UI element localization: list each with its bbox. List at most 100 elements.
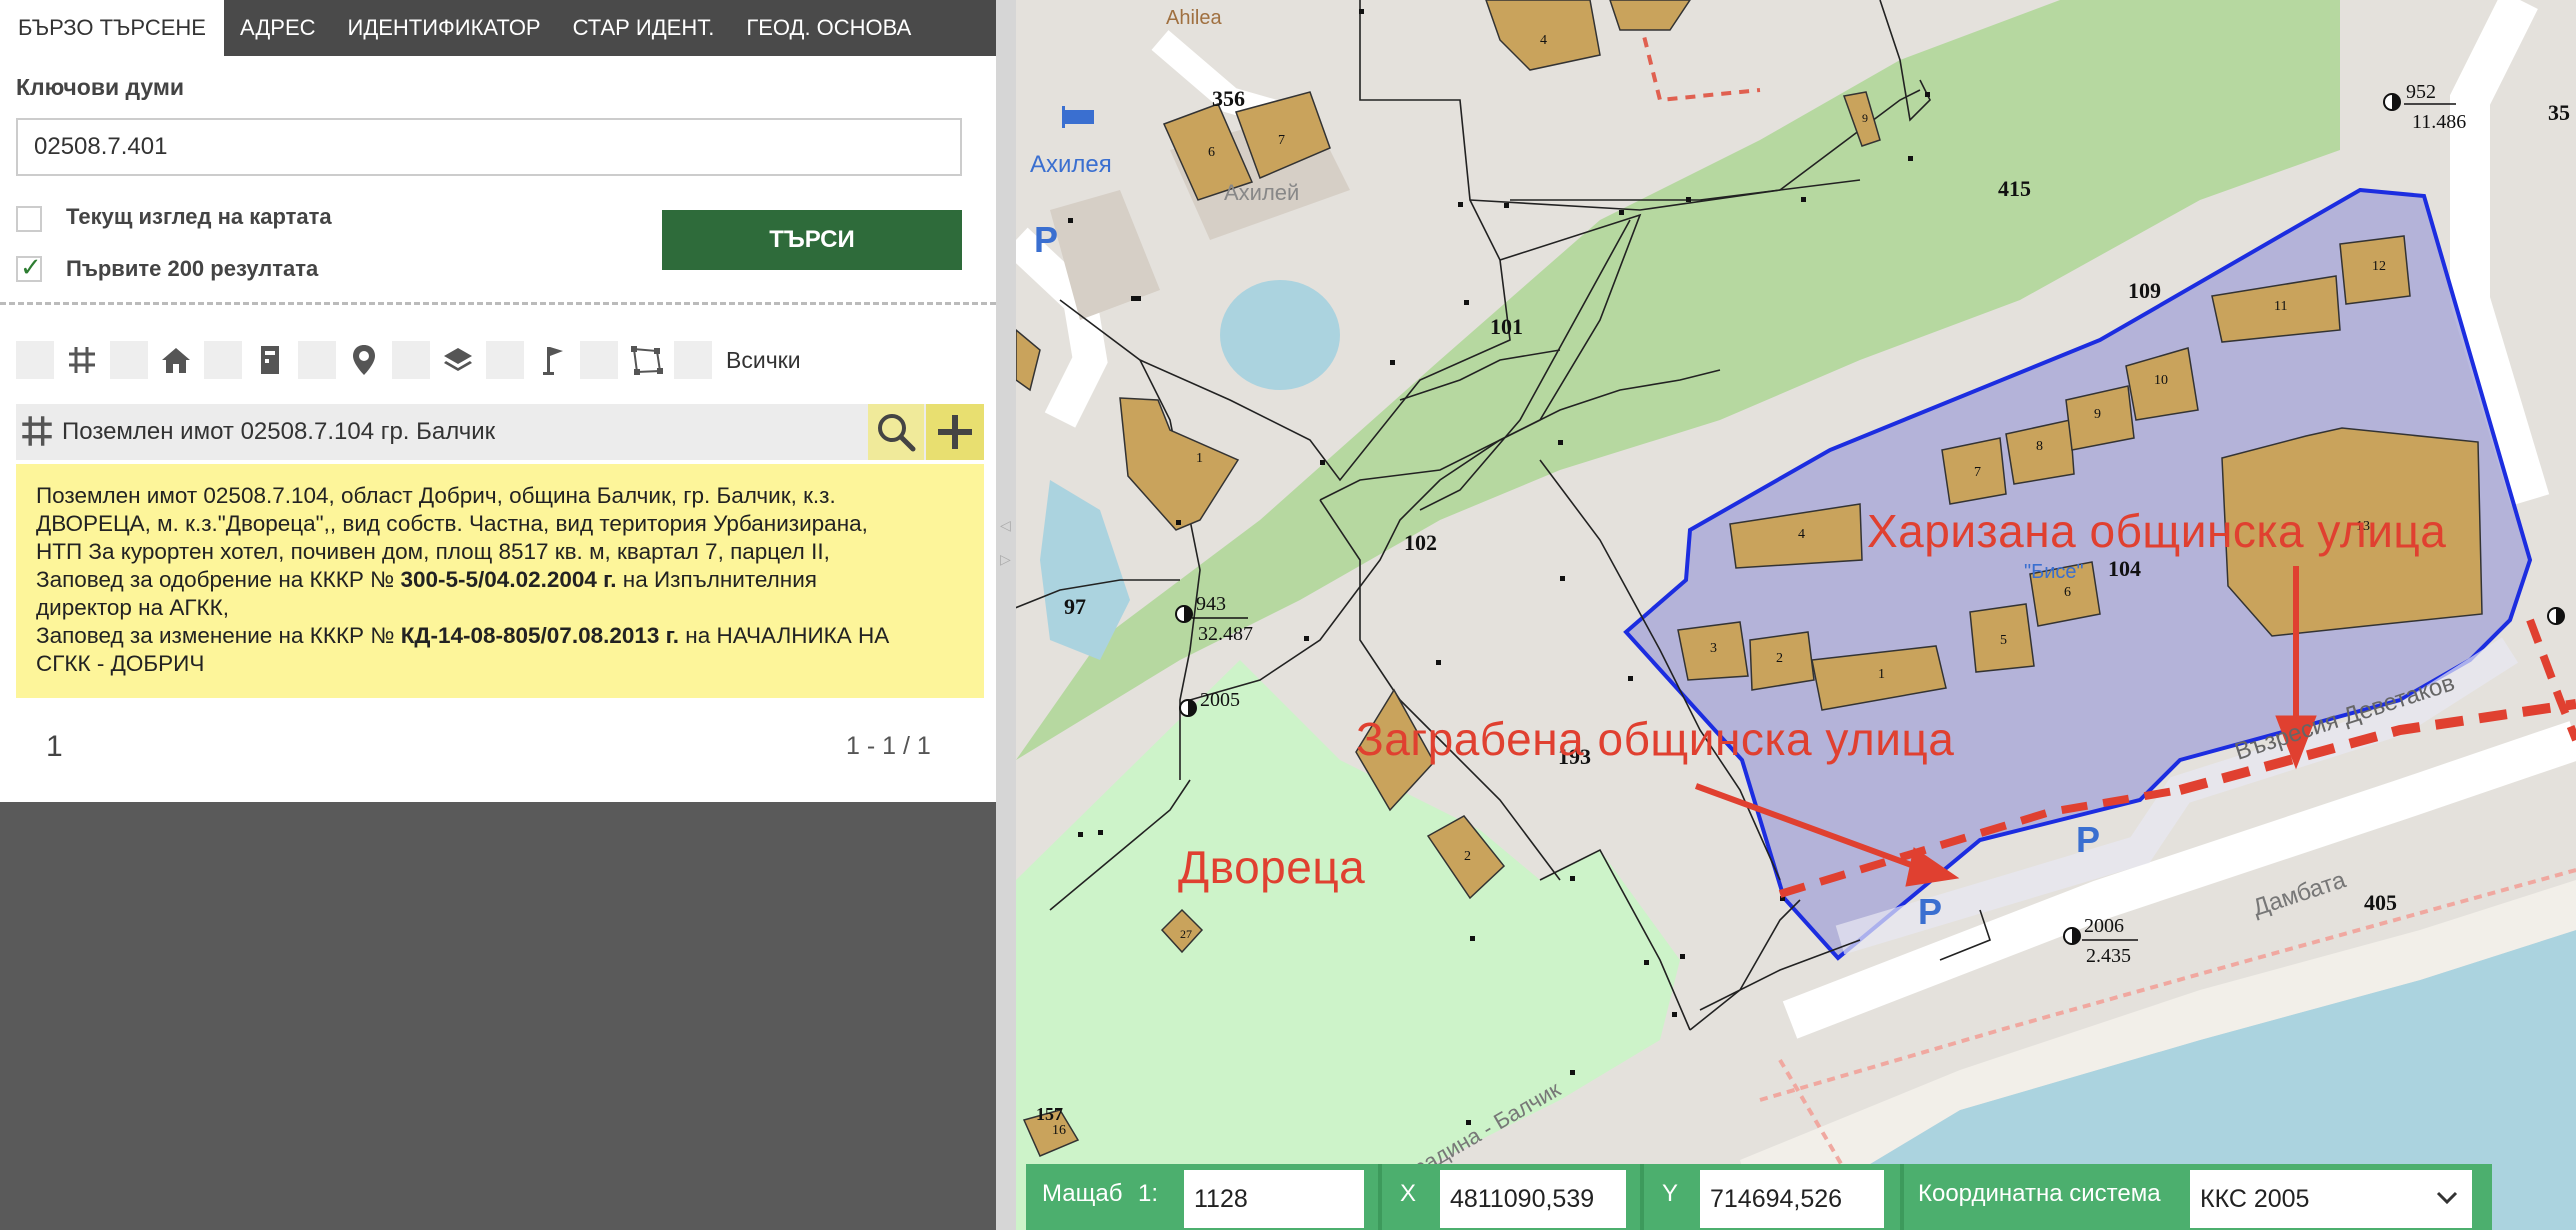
current-view-checkbox[interactable] — [16, 206, 42, 232]
tab-bar: БЪРЗО ТЪРСЕНЕ АДРЕС ИДЕНТИФИКАТОР СТАР И… — [0, 0, 996, 56]
add-result-button[interactable] — [926, 404, 984, 460]
svg-text:▷: ▷ — [1000, 552, 1011, 568]
result-line: Заповед за изменение на КККР № КД-14-08-… — [36, 623, 890, 648]
crs-value: ККС 2005 — [2200, 1185, 2310, 1213]
search-panel: БЪРЗО ТЪРСЕНЕ АДРЕС ИДЕНТИФИКАТОР СТАР И… — [0, 0, 996, 802]
svg-text:32.487: 32.487 — [1198, 623, 1253, 645]
dashed-divider — [0, 302, 996, 305]
result-header[interactable]: Поземлен имот 02508.7.104 гр. Балчик — [16, 404, 984, 460]
first200-label: Първите 200 резултата — [66, 256, 319, 281]
layers-icon — [438, 340, 478, 380]
grid-icon — [20, 414, 54, 453]
parking-icon: P — [2076, 819, 2100, 860]
building-number: 5 — [2000, 633, 2007, 648]
tab-quick-search[interactable]: БЪРЗО ТЪРСЕНЕ — [0, 0, 224, 56]
x-label: X — [1400, 1180, 1417, 1207]
annotation-palace: Двореца — [1178, 841, 1366, 893]
parking-icon: P — [1034, 219, 1058, 260]
tab-address[interactable]: АДРЕС — [224, 0, 332, 56]
first200-checkbox[interactable]: ✓ — [16, 252, 42, 282]
building-number: 7 — [1974, 465, 1981, 480]
building-number: 16 — [1052, 1123, 1066, 1138]
parcel-label-35: 35 — [2548, 100, 2570, 125]
svg-text:2.435: 2.435 — [2086, 945, 2131, 967]
parcel-label-104: 104 — [2108, 556, 2141, 581]
parcel-label-415: 415 — [1998, 176, 2031, 201]
building-number: 6 — [1208, 145, 1215, 160]
bar-separator — [1640, 1164, 1644, 1230]
y-coordinate-field[interactable]: 714694,526 — [1700, 1170, 1884, 1228]
page-number[interactable]: 1 — [46, 730, 63, 764]
keywords-label: Ключови думи — [16, 74, 185, 100]
building-number: 2 — [1464, 849, 1471, 864]
filter-checkbox-polygon[interactable] — [580, 341, 618, 379]
checkmark-icon: ✓ — [20, 252, 42, 282]
building-number: 11 — [2274, 299, 2287, 314]
polygon-icon — [626, 340, 666, 380]
building-number: 4 — [1798, 527, 1805, 542]
bar-separator — [1900, 1164, 1904, 1230]
osm-label: "Бисе" — [2024, 561, 2084, 583]
result-line: ДВОРЕЦА, м. к.з."Двореца",, вид собств. … — [36, 511, 868, 536]
coordinate-bar: Мащаб 1: 1128 X 4811090,539 Y 714694,526… — [1026, 1164, 2492, 1230]
parcel-label-405: 405 — [2364, 890, 2397, 915]
building-number: 8 — [2036, 439, 2043, 454]
building-number: 3 — [1710, 641, 1717, 656]
scale-prefix: 1: — [1138, 1180, 1159, 1207]
search-button[interactable]: ТЪРСИ — [662, 210, 962, 270]
scale-input[interactable]: 1128 — [1184, 1170, 1364, 1228]
parcel-label-102: 102 — [1404, 530, 1437, 555]
tab-identifier[interactable]: ИДЕНТИФИКАТОР — [332, 0, 557, 56]
building-number: 10 — [2154, 373, 2168, 388]
parcel-label-101: 101 — [1490, 314, 1523, 339]
building-number: 7 — [1278, 133, 1285, 148]
building-number: 2 — [1776, 651, 1783, 666]
svg-text:943: 943 — [1196, 593, 1226, 615]
filter-checkbox-flag[interactable] — [486, 341, 524, 379]
osm-label: Ахилей — [1224, 180, 1299, 205]
parcel-label-356: 356 — [1212, 86, 1245, 111]
svg-text:952: 952 — [2406, 81, 2436, 103]
result-line: директор на АГКК, — [36, 595, 229, 620]
crs-label: Координатна система — [1918, 1180, 2161, 1207]
building-icon — [250, 340, 290, 380]
result-line: СГКК - ДОБРИЧ — [36, 651, 205, 676]
result-details: Поземлен имот 02508.7.104, област Добрич… — [16, 464, 984, 698]
home-icon — [156, 340, 196, 380]
result-line: Поземлен имот 02508.7.104, област Добрич… — [36, 483, 836, 508]
filter-all-label: Всички — [726, 346, 801, 373]
svg-text:11.486: 11.486 — [2412, 111, 2466, 133]
filter-checkbox-layers[interactable] — [392, 341, 430, 379]
building-number: 6 — [2064, 585, 2071, 600]
filter-checkbox-home[interactable] — [110, 341, 148, 379]
building-number: 1 — [1878, 667, 1885, 682]
current-view-label: Текущ изглед на картата — [66, 204, 332, 229]
filter-checkbox-building[interactable] — [204, 341, 242, 379]
filter-checkbox-pin[interactable] — [298, 341, 336, 379]
map-canvas[interactable]: 356 415 109 101 102 97 104 405 193 35 40… — [1016, 0, 2576, 1230]
x-coordinate-field[interactable]: 4811090,539 — [1440, 1170, 1626, 1228]
result-line: Заповед за одобрение на КККР № 300-5-5/0… — [36, 567, 817, 592]
crs-select[interactable]: ККС 2005 — [2190, 1170, 2472, 1228]
building-number: 9 — [1862, 111, 1868, 125]
filter-checkbox-all[interactable] — [674, 341, 712, 379]
tab-old-identifier[interactable]: СТАР ИДЕНТ. — [557, 0, 731, 56]
osm-label: Ahilea — [1166, 7, 1222, 29]
building-number: 1 — [1196, 451, 1203, 466]
left-panel-bg: БЪРЗО ТЪРСЕНЕ АДРЕС ИДЕНТИФИКАТОР СТАР И… — [0, 0, 996, 1230]
svg-text:2006: 2006 — [2084, 915, 2124, 937]
building-number: 12 — [2372, 259, 2386, 274]
tab-geodetic-base[interactable]: ГЕОД. ОСНОВА — [730, 0, 927, 56]
parking-icon: P — [1918, 891, 1942, 932]
pin-icon — [344, 340, 384, 380]
zoom-to-result-button[interactable] — [868, 404, 924, 460]
result-line: НТП За курортен хотел, почивен дом, площ… — [36, 539, 830, 564]
page-range: 1 - 1 / 1 — [846, 732, 931, 760]
panel-splitter[interactable]: ◁ ▷ — [996, 0, 1016, 1230]
filter-checkbox-grid[interactable] — [16, 341, 54, 379]
building-number: 4 — [1540, 33, 1547, 48]
result-title: Поземлен имот 02508.7.104 гр. Балчик — [62, 418, 496, 445]
map-view[interactable]: 356 415 109 101 102 97 104 405 193 35 40… — [1016, 0, 2576, 1230]
building-number: 27 — [1180, 927, 1192, 941]
keywords-input[interactable] — [16, 118, 962, 176]
